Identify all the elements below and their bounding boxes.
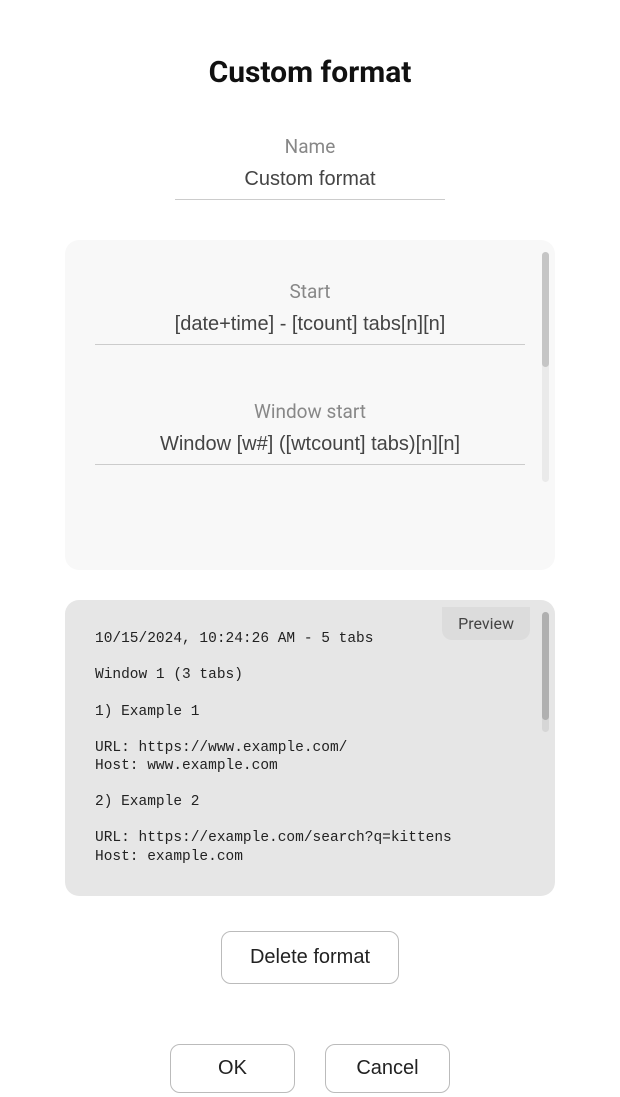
preview-content: 10/15/2024, 10:24:26 AM - 5 tabs Window … [95, 630, 525, 866]
name-field-group: Name [175, 135, 445, 200]
preview-badge: Preview [442, 607, 530, 640]
start-label: Start [290, 280, 331, 303]
ok-button[interactable]: OK [170, 1044, 295, 1093]
dialog-title: Custom format [209, 55, 412, 90]
delete-format-button[interactable]: Delete format [221, 931, 399, 984]
name-label: Name [285, 135, 336, 158]
start-input[interactable] [95, 309, 525, 345]
preview-scrollbar-thumb[interactable] [542, 612, 549, 720]
start-field-group: Start [95, 280, 525, 345]
cancel-button[interactable]: Cancel [325, 1044, 450, 1093]
name-input[interactable] [175, 164, 445, 200]
format-box: Start Window start [65, 240, 555, 570]
dialog-actions: OK Cancel [170, 1044, 450, 1093]
preview-box: Preview 10/15/2024, 10:24:26 AM - 5 tabs… [65, 600, 555, 896]
format-scrollbar-thumb[interactable] [542, 252, 549, 367]
window-start-field-group: Window start [95, 400, 525, 465]
window-start-label: Window start [254, 400, 366, 423]
window-start-input[interactable] [95, 429, 525, 465]
